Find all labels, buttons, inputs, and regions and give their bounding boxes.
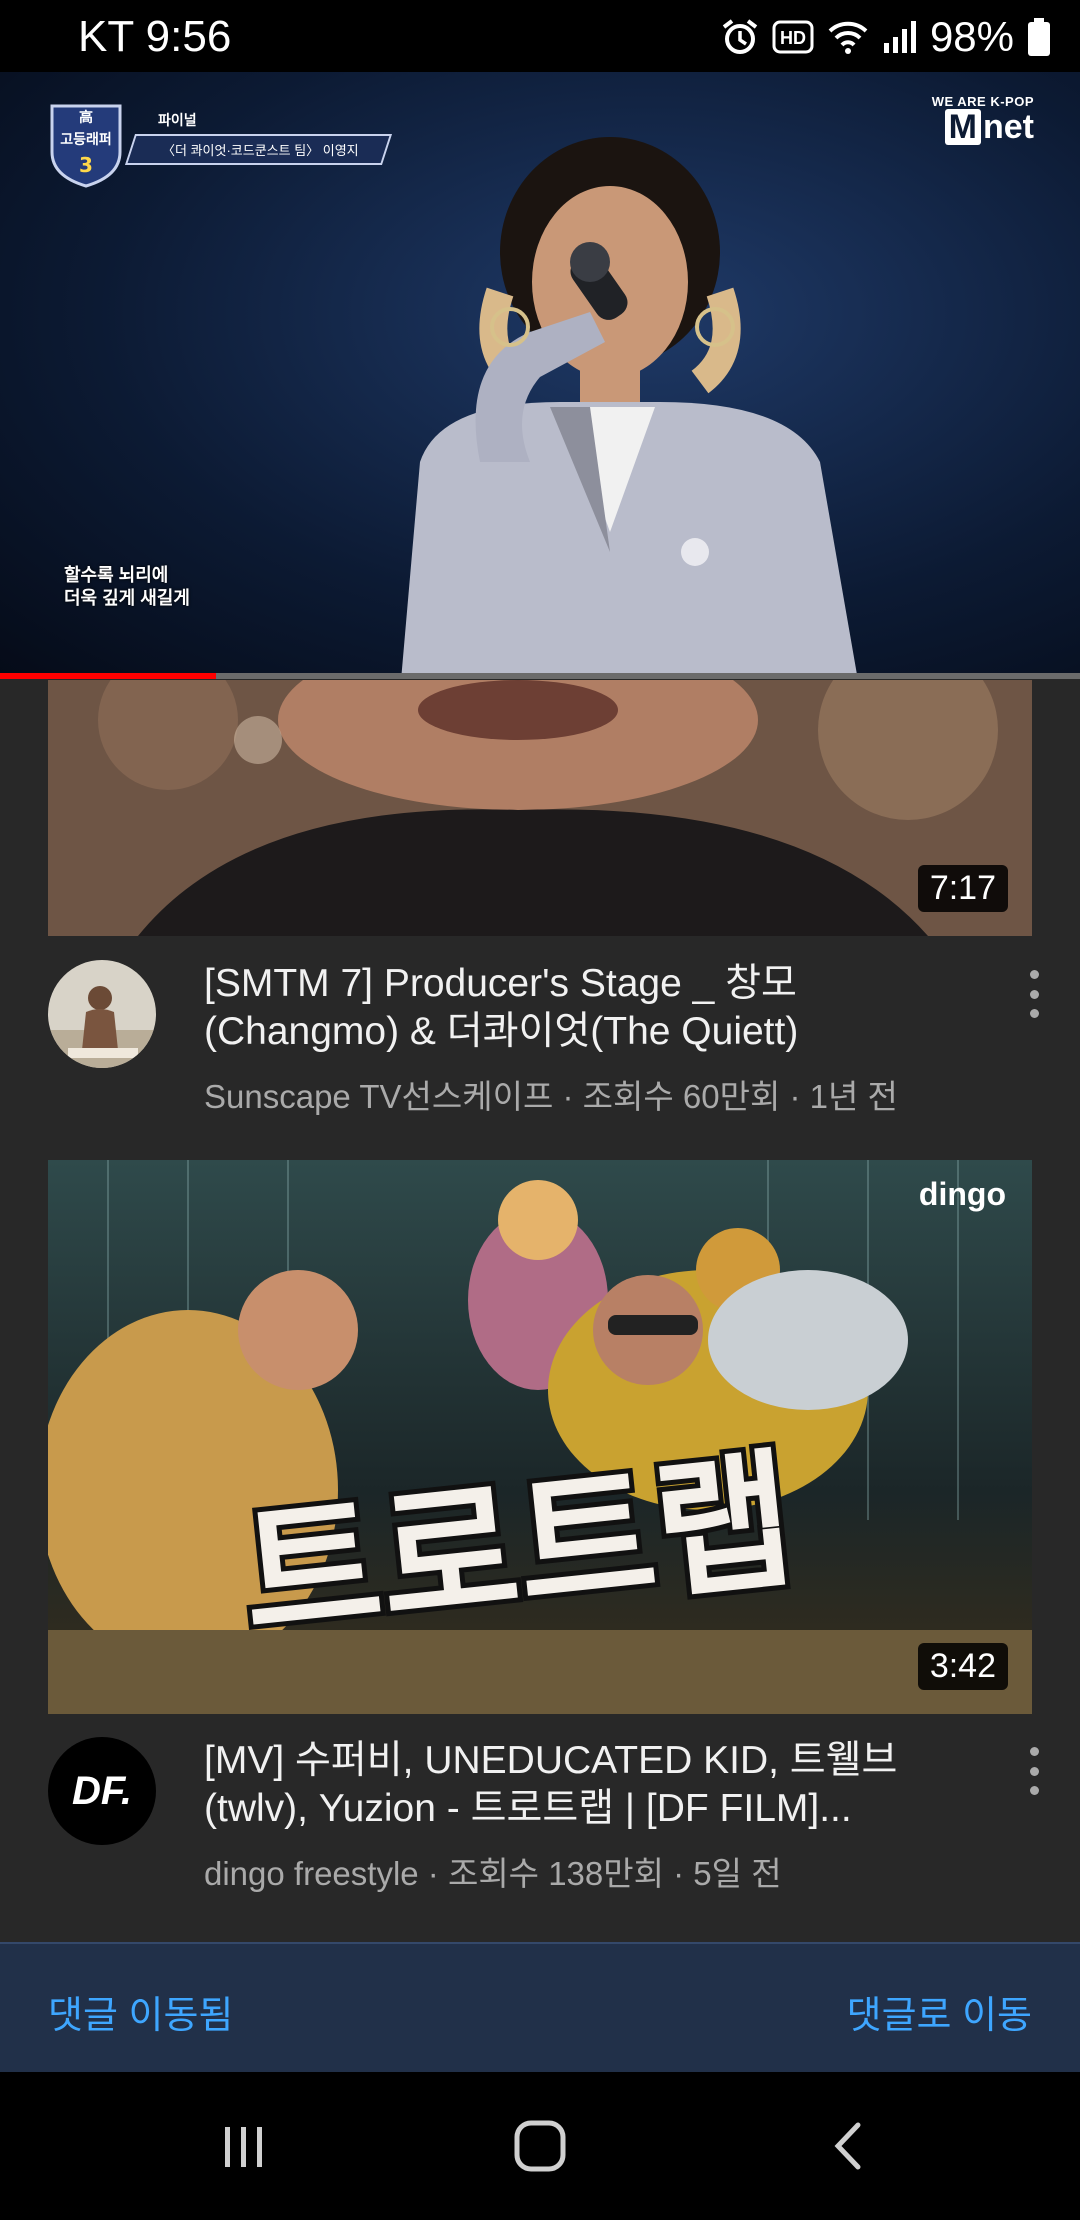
thumbnail-image [48,680,1032,936]
status-icons: HD 98% [720,12,1052,62]
channel-watermark: WE ARE K-POP Mnet [931,94,1034,146]
home-icon[interactable] [500,2116,580,2176]
badge-stage-label: 파이널 [158,112,197,128]
carrier-time: KT 9:56 [78,12,232,61]
video-title[interactable]: [MV] 수퍼비, UNEDUCATED KID, 트웰브(twlv), Yuz… [204,1737,984,1833]
go-to-comments-button[interactable]: 댓글로 이동 [847,1984,1032,2039]
comments-moved-bar: 댓글 이동됨 댓글로 이동 [0,1942,1080,2074]
channel-avatar[interactable]: DF. [48,1737,156,1845]
show-badge: 高 고등래퍼 3 파이널 〈더 콰이엇·코드쿤스트 팀〉 이영지 [48,100,392,188]
video-duration: 3:42 [917,1643,1008,1690]
hd-icon: HD [772,20,814,54]
channel-avatar[interactable] [48,960,156,1068]
more-options-icon[interactable] [1024,970,1044,1018]
comments-moved-label: 댓글 이동됨 [48,1995,234,2037]
show-logo: 高 고등래퍼 3 [50,104,122,188]
thumbnail-image: 트로트랩 dingo [48,1160,1032,1714]
signal-icon [882,19,918,55]
video-title[interactable]: [SMTM 7] Producer's Stage _ 창모(Changmo) … [204,960,984,1056]
video-subtitle: 할수록 뇌리에 더욱 깊게 새길게 [64,565,190,608]
battery-percent: 98% [929,13,1014,60]
video-player[interactable]: 高 고등래퍼 3 파이널 〈더 콰이엇·코드쿤스트 팀〉 이영지 WE ARE … [0,72,1080,675]
video-metadata: dingo freestyle · 조회수 138만회 · 5일 전 [204,1855,782,1892]
system-nav-bar [0,2072,1080,2220]
svg-text:고등래퍼: 고등래퍼 [60,132,112,148]
alarm-icon [720,17,760,57]
back-icon[interactable] [808,2116,888,2176]
recent-apps-icon[interactable] [204,2116,284,2176]
dingo-logo: dingo [919,1176,1006,1212]
video-duration: 7:17 [917,865,1008,912]
badge-performer-label: 〈더 콰이엇·코드쿤스트 팀〉 이영지 [124,134,392,165]
svg-text:高: 高 [79,109,93,126]
video-thumbnail[interactable]: 트로트랩 dingo 3:42 [48,1160,1032,1714]
video-thumbnail[interactable]: 7:17 [48,680,1032,936]
video-progress-bar[interactable] [0,673,1080,679]
status-bar: KT 9:56 HD 98% [0,0,1080,72]
battery-icon [1026,17,1052,57]
svg-text:HD: HD [780,28,806,48]
svg-text:3: 3 [79,153,93,177]
performer-image [401,137,858,675]
wifi-icon [826,19,870,55]
video-metadata: Sunscape TV선스케이프 · 조회수 60만회 · 1년 전 [204,1078,898,1115]
video-progress-fill [0,673,216,679]
more-options-icon[interactable] [1024,1747,1044,1795]
